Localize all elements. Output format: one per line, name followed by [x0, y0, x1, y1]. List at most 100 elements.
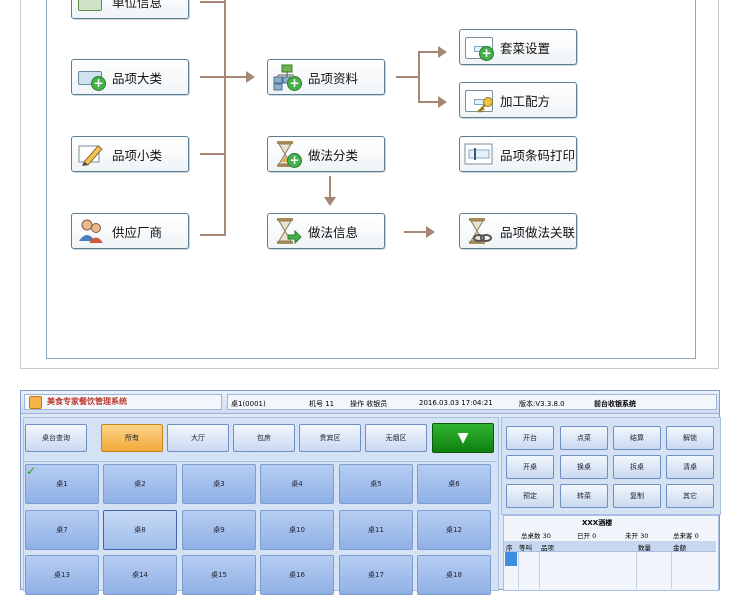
node-label: 供应厂商 [112, 224, 163, 240]
scroll-down-button[interactable]: ▼ [432, 423, 494, 453]
table-tile[interactable]: 桌3 [182, 464, 256, 504]
zone-tab-non-smoking[interactable]: 无烟区 [365, 424, 427, 452]
node-item-subcategory[interactable]: 品项小类 [71, 136, 189, 172]
table-tile[interactable]: 桌8 [103, 510, 177, 550]
grid-line [671, 552, 672, 589]
not-opened-count: 未开 30 [625, 532, 649, 540]
connector [200, 76, 226, 78]
arrow-right [438, 46, 447, 58]
node-label: 品项资料 [308, 70, 359, 86]
action-button[interactable]: 复制 [613, 484, 661, 508]
diagram-panel [46, 0, 696, 359]
action-button[interactable]: 转菜 [560, 484, 608, 508]
table-tile[interactable]: 桌12 [417, 510, 491, 550]
version-label: 版本:V3.3.8.0 [519, 400, 565, 408]
connector [420, 101, 440, 103]
node-processing-recipe[interactable]: 加工配方 [459, 82, 577, 118]
connector [418, 51, 420, 103]
node-label: 加工配方 [500, 93, 551, 109]
node-label: 套菜设置 [500, 40, 551, 56]
zone-tab-vip[interactable]: 贵宾区 [299, 424, 361, 452]
table-tile[interactable]: 桌7 [25, 510, 99, 550]
table-query-button[interactable]: 桌台查询 [25, 424, 87, 452]
current-table-label: 桌1(0001) [231, 400, 266, 408]
action-button[interactable]: 其它 [666, 484, 714, 508]
node-method-category[interactable]: + 做法分类 [267, 136, 385, 172]
zone-tab-private-room[interactable]: 包房 [233, 424, 295, 452]
form-add-icon: + [464, 33, 494, 61]
table-tile[interactable]: 桌9 [182, 510, 256, 550]
table-tile[interactable]: 桌14 [103, 555, 177, 595]
node-set-meal[interactable]: + 套菜设置 [459, 29, 577, 65]
node-supplier[interactable]: 供应厂商 [71, 213, 189, 249]
table-tile[interactable]: 桌15 [182, 555, 256, 595]
action-button[interactable]: 结算 [613, 426, 661, 450]
total-guests: 总来客 0 [673, 532, 699, 540]
pencil-icon [76, 140, 106, 168]
node-item-data[interactable]: + 品项资料 [267, 59, 385, 95]
order-row-selector[interactable] [505, 552, 517, 566]
column-header: 等叫 [519, 544, 532, 552]
zone-tab-all[interactable]: 所有 [101, 424, 163, 452]
node-unit-info[interactable]: 单位信息 [71, 0, 189, 19]
node-label: 品项做法关联 [500, 224, 576, 240]
node-barcode-print[interactable]: 品项条码打印 [459, 136, 577, 172]
restaurant-name: XXX酒楼 [582, 519, 613, 527]
table-tile[interactable]: 桌16 [260, 555, 334, 595]
triangle-down-icon: ▼ [457, 430, 469, 446]
users-icon [76, 217, 106, 245]
action-button[interactable]: 清桌 [666, 455, 714, 479]
barcode-form-icon [464, 140, 494, 168]
table-tile[interactable]: 桌5 [339, 464, 413, 504]
cube-icon [76, 0, 106, 15]
node-item-category[interactable]: + 品项大类 [71, 59, 189, 95]
table-tile[interactable]: 桌11 [339, 510, 413, 550]
table-tile[interactable]: 桌2 [103, 464, 177, 504]
connector [420, 51, 440, 53]
arrow-right [438, 96, 447, 108]
connector [200, 234, 226, 236]
column-header: 品项 [541, 544, 554, 552]
table-tile[interactable]: 桌1 [25, 464, 99, 504]
checkmark-icon: ✓ [26, 464, 37, 478]
action-button[interactable]: 开台 [506, 426, 554, 450]
action-button[interactable]: 拆桌 [613, 455, 661, 479]
grid-line [518, 552, 519, 589]
table-tile[interactable]: 桌13 [25, 555, 99, 595]
hourglass-icon: + [272, 140, 302, 168]
hourglass-link-icon [464, 217, 494, 245]
pos-window: 美食专家餐饮管理系统 桌1(0001) 机号 11 操作 收银员 2016.03… [20, 390, 721, 595]
node-label: 做法信息 [308, 224, 359, 240]
zone-tab-hall[interactable]: 大厅 [167, 424, 229, 452]
column-header: 金额 [673, 544, 686, 552]
node-method-info[interactable]: 做法信息 [267, 213, 385, 249]
connector [329, 176, 331, 198]
machine-number: 机号 11 [309, 400, 335, 408]
table-tile[interactable]: 桌17 [339, 555, 413, 595]
grid-line [539, 552, 540, 589]
connector [396, 76, 418, 78]
table-tile[interactable]: 桌6 [417, 464, 491, 504]
column-header: 数量 [638, 544, 651, 552]
connector [226, 76, 248, 78]
table-tile[interactable]: 桌18 [417, 555, 491, 595]
arrow-right [426, 226, 435, 238]
table-tile[interactable]: 桌10 [260, 510, 334, 550]
arrow-down [324, 197, 336, 206]
operator-label: 操作 收银员 [350, 400, 388, 408]
arrow-right [246, 71, 255, 83]
action-button[interactable]: 解锁 [666, 426, 714, 450]
app-logo-icon [29, 396, 42, 409]
column-header: 序 [506, 544, 513, 552]
action-button[interactable]: 换桌 [560, 455, 608, 479]
action-button[interactable]: 开桌 [506, 455, 554, 479]
node-item-method-link[interactable]: 品项做法关联 [459, 213, 577, 249]
action-button[interactable]: 点菜 [560, 426, 608, 450]
hourglass-arrow-icon [272, 217, 302, 245]
action-button[interactable]: 预定 [506, 484, 554, 508]
node-label: 做法分类 [308, 147, 359, 163]
node-label: 单位信息 [112, 0, 163, 10]
node-label: 品项大类 [112, 70, 163, 86]
table-tile[interactable]: 桌4 [260, 464, 334, 504]
connector [404, 231, 428, 233]
